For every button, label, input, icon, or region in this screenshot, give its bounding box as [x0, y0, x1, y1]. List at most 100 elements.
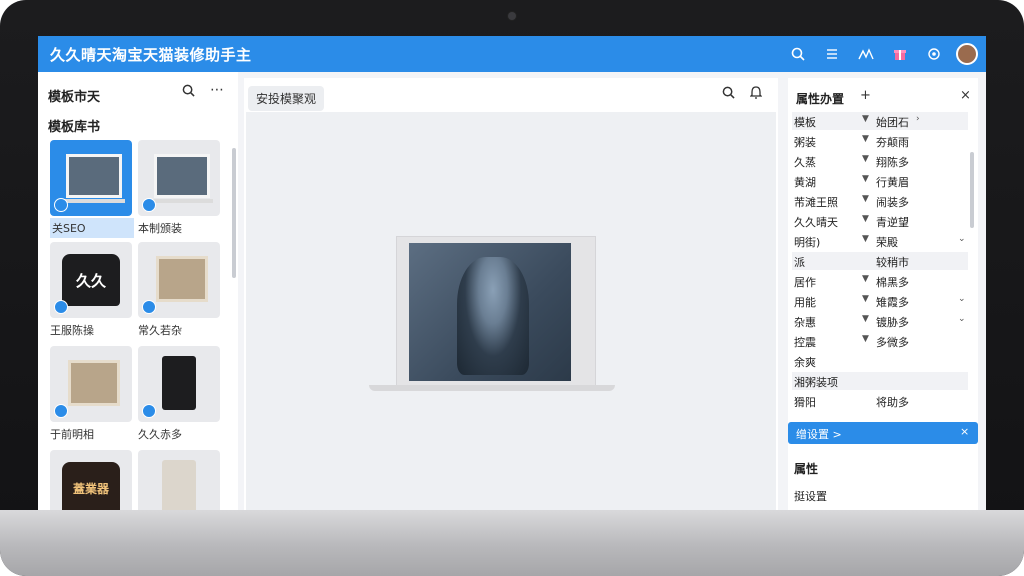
- chevron-down-icon[interactable]: ▼: [862, 154, 869, 164]
- laptop-base: [369, 385, 615, 391]
- properties-panel: 属性办置 + × 模板 ▼ 始团石 › 粥装 ▼ 夯颠雨 久蒸 ▼ 翔陈多 黄湖: [788, 78, 978, 510]
- property-row[interactable]: 杂惠 ▼ 镀胁多 ⌄: [792, 312, 968, 330]
- property-value[interactable]: 将助多: [876, 394, 966, 410]
- template-thumb[interactable]: 久久: [50, 242, 132, 318]
- template-label: 王服陈操: [50, 324, 94, 337]
- chevron-down-icon[interactable]: ▼: [862, 214, 869, 224]
- chevron-down-icon[interactable]: ▼: [862, 294, 869, 304]
- tab-canvas[interactable]: 安投模聚观: [248, 86, 325, 111]
- gift-icon[interactable]: [888, 42, 912, 66]
- chevron-down-icon[interactable]: ⌄: [958, 234, 966, 244]
- property-value[interactable]: 始团石: [876, 114, 966, 130]
- property-key: 湘粥装项: [794, 376, 838, 389]
- property-key: 模板: [794, 116, 816, 129]
- design-canvas: 安投模聚观: [244, 78, 778, 510]
- property-row[interactable]: 控震 ▼ 多微多: [792, 332, 968, 350]
- chevron-down-icon[interactable]: ▼: [862, 194, 869, 204]
- property-key: 芾滩王照: [794, 196, 838, 209]
- search-icon[interactable]: [182, 84, 195, 101]
- property-row[interactable]: 黄湖 ▼ 行黄眉: [792, 172, 968, 190]
- chevron-down-icon[interactable]: ⌄: [958, 314, 966, 324]
- attributes-subtitle[interactable]: 挺设置: [794, 488, 827, 504]
- template-thumb[interactable]: [50, 140, 132, 216]
- list-icon[interactable]: [820, 42, 844, 66]
- more-icon[interactable]: ⋯: [210, 82, 224, 98]
- property-key: 控震: [794, 336, 816, 349]
- settings-bar[interactable]: 缯设置 > ×: [788, 422, 978, 444]
- template-thumb[interactable]: 蓋業器: [50, 450, 132, 510]
- chevron-down-icon[interactable]: ▼: [862, 134, 869, 144]
- property-row[interactable]: 湘粥装项: [792, 372, 968, 390]
- property-value[interactable]: 雉霞多: [876, 294, 966, 310]
- template-thumb[interactable]: [138, 140, 220, 216]
- chevron-down-icon[interactable]: ▼: [862, 334, 869, 344]
- template-thumb[interactable]: [138, 242, 220, 318]
- frame-image: [68, 360, 120, 406]
- property-row[interactable]: 久蒸 ▼ 翔陈多: [792, 152, 968, 170]
- property-value[interactable]: 青逆望: [876, 214, 966, 230]
- property-value[interactable]: 较稍市: [876, 254, 966, 270]
- chevron-down-icon[interactable]: ▼: [862, 274, 869, 284]
- bag-image: [162, 460, 196, 510]
- chevron-down-icon[interactable]: ▼: [862, 314, 869, 324]
- settings-icon[interactable]: [922, 42, 946, 66]
- close-icon[interactable]: ×: [960, 425, 969, 438]
- sidebar-scrollbar[interactable]: [232, 148, 236, 278]
- check-icon: [54, 198, 68, 212]
- property-value[interactable]: 闹装多: [876, 194, 966, 210]
- search-icon[interactable]: [786, 42, 810, 66]
- camera-icon: [508, 12, 516, 20]
- properties-scrollbar[interactable]: [970, 152, 974, 228]
- property-row[interactable]: 粥装 ▼ 夯颠雨: [792, 132, 968, 150]
- close-icon[interactable]: ×: [960, 88, 971, 103]
- property-row[interactable]: 用能 ▼ 雉霞多 ⌄: [792, 292, 968, 310]
- template-thumb[interactable]: [138, 450, 220, 510]
- property-value[interactable]: 多微多: [876, 334, 966, 350]
- template-label: 于前明相: [50, 428, 94, 441]
- property-value[interactable]: 行黄眉: [876, 174, 966, 190]
- chevron-down-icon[interactable]: ⌄: [958, 294, 966, 304]
- property-row[interactable]: 模板 ▼ 始团石 ›: [792, 112, 968, 130]
- product-image[interactable]: [369, 236, 615, 391]
- chevron-down-icon[interactable]: ▼: [862, 174, 869, 184]
- chevron-right-icon[interactable]: ›: [916, 114, 920, 124]
- property-value[interactable]: 棉黑多: [876, 274, 966, 290]
- chart-icon[interactable]: [854, 42, 878, 66]
- property-row[interactable]: 余爽: [792, 352, 968, 370]
- settings-bar-label: 缯设置 >: [796, 428, 842, 441]
- avatar[interactable]: [956, 43, 978, 65]
- property-key: 久久晴天: [794, 216, 838, 229]
- property-key: 余爽: [794, 356, 816, 369]
- check-icon: [142, 404, 156, 418]
- chevron-down-icon[interactable]: ▼: [862, 114, 869, 124]
- template-label: 关SEO: [50, 218, 134, 238]
- monitor-chin: [0, 510, 1024, 576]
- property-row[interactable]: 猾阳 将助多: [792, 392, 968, 410]
- property-row[interactable]: 久久晴天 ▼ 青逆望: [792, 212, 968, 230]
- property-row[interactable]: 派 较稍市: [792, 252, 968, 270]
- template-label: 常久若杂: [138, 324, 182, 337]
- property-value[interactable]: 翔陈多: [876, 154, 966, 170]
- property-row[interactable]: 居作 ▼ 棉黑多: [792, 272, 968, 290]
- search-icon[interactable]: [722, 86, 735, 103]
- tshirt-image: 久久: [62, 254, 120, 306]
- property-row[interactable]: 芾滩王照 ▼ 闹装多: [792, 192, 968, 210]
- property-row[interactable]: 明街) ▼ 荣殿 ⌄: [792, 232, 968, 250]
- property-key: 明街): [794, 236, 821, 249]
- property-key: 黄湖: [794, 176, 816, 189]
- template-thumb[interactable]: [138, 346, 220, 422]
- attributes-title: 属性: [794, 462, 819, 476]
- laptop-image: [147, 154, 213, 203]
- property-value[interactable]: 夯颠雨: [876, 134, 966, 150]
- bell-icon[interactable]: [749, 86, 763, 103]
- title-bar-icons: [786, 42, 978, 66]
- property-value[interactable]: 荣殿: [876, 234, 966, 250]
- add-icon[interactable]: +: [860, 88, 871, 103]
- property-key: 派: [794, 256, 805, 269]
- property-value[interactable]: 镀胁多: [876, 314, 966, 330]
- chevron-down-icon[interactable]: ▼: [862, 234, 869, 244]
- frame-image: [156, 256, 208, 302]
- app-window: 久久晴天淘宝天猫装修助手主 模板市天 ⋯ 模板库书 关SEO 本制颁装 久久 王…: [38, 36, 986, 510]
- template-thumb[interactable]: [50, 346, 132, 422]
- canvas-workspace[interactable]: [246, 112, 776, 510]
